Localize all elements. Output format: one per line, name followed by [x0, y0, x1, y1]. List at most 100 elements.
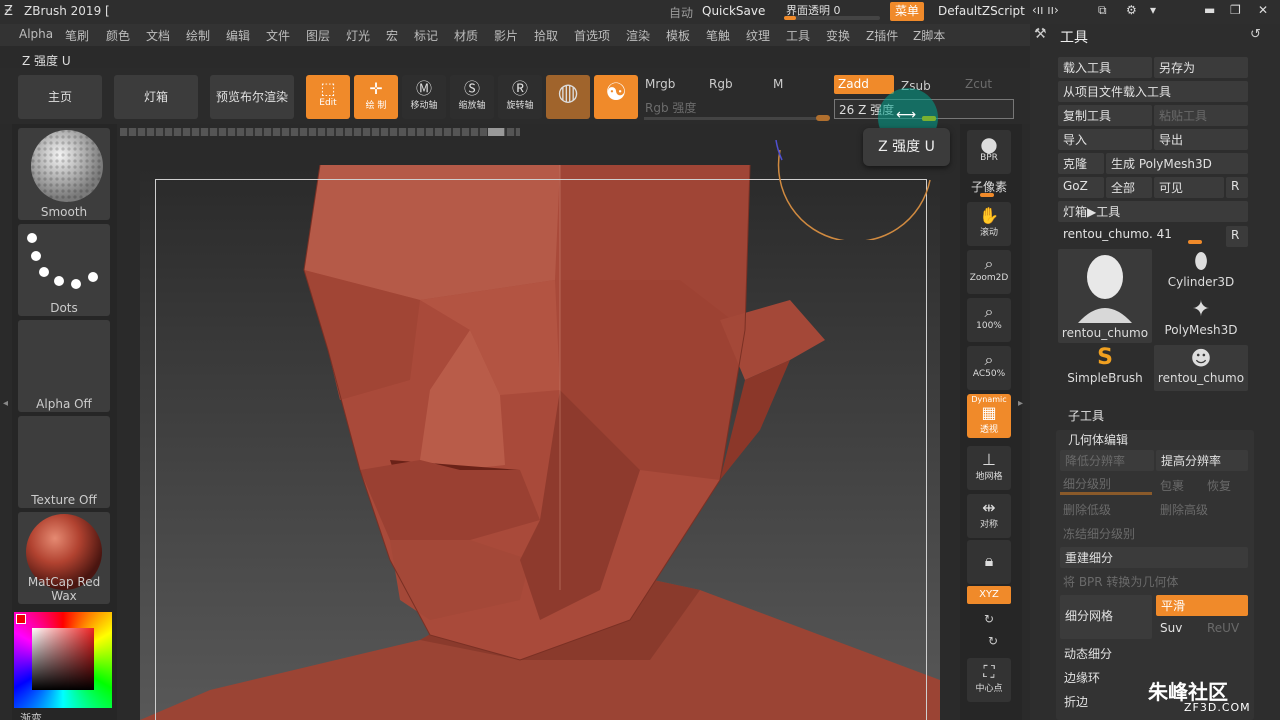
main-color-swatch[interactable] — [16, 614, 26, 624]
menu-movie[interactable]: 影片 — [494, 27, 518, 44]
alpha-slot[interactable]: Alpha Off — [18, 320, 110, 412]
crease-section[interactable]: 折边 — [1064, 693, 1088, 710]
layout-menu-icon[interactable]: ▾ — [1150, 3, 1156, 17]
copy-tool-button[interactable]: 复制工具 — [1058, 105, 1152, 126]
zcut-toggle[interactable]: Zcut — [965, 77, 992, 91]
left-tray-collapse-icon[interactable]: ◂ — [3, 398, 8, 409]
polypaint-mode-button[interactable]: ☯ — [594, 75, 638, 119]
lightbox-tools-button[interactable]: 灯箱▶工具 — [1058, 201, 1248, 222]
tool-thumb-polymesh[interactable]: ✦ PolyMesh3D — [1154, 297, 1248, 343]
dynamic-subdiv-section[interactable]: 动态细分 — [1064, 645, 1112, 662]
shelf-scrollbar[interactable] — [120, 128, 520, 136]
geometry-section[interactable]: 几何体编辑 — [1068, 431, 1128, 448]
window-layout-icon[interactable]: ⧉ — [1098, 3, 1107, 18]
bpr-to-geo-button[interactable]: 将 BPR 转换为几何体 — [1063, 573, 1178, 590]
lower-res-button[interactable]: 降低分辨率 — [1060, 450, 1154, 471]
document-canvas[interactable] — [140, 165, 940, 720]
menu-marker[interactable]: 标记 — [414, 27, 438, 44]
saturation-square[interactable] — [32, 628, 94, 690]
menu-macro[interactable]: 宏 — [386, 27, 398, 44]
ac50-button[interactable]: ⌕ AC50% — [967, 346, 1011, 390]
local-button[interactable]: 🔒︎ — [967, 540, 1011, 584]
menu-picker[interactable]: 拾取 — [534, 27, 558, 44]
delete-lower-button[interactable]: 删除低级 — [1063, 501, 1111, 518]
lightbox-button[interactable]: 灯箱 — [114, 75, 198, 119]
export-button[interactable]: 导出 — [1154, 129, 1248, 150]
paste-tool-button[interactable]: 粘贴工具 — [1154, 105, 1248, 126]
goz-button[interactable]: GoZ — [1058, 177, 1104, 198]
rgb-toggle[interactable]: Rgb — [709, 77, 733, 91]
tool-thumb-cylinder[interactable]: ⬮ Cylinder3D — [1154, 249, 1248, 295]
m-toggle[interactable]: M — [773, 77, 783, 91]
menu-light[interactable]: 灯光 — [346, 27, 370, 44]
subpixel-slider[interactable] — [980, 193, 994, 197]
sphere-gizmo-button[interactable]: ◍ — [546, 75, 590, 119]
xyz-button[interactable]: XYZ — [967, 586, 1011, 604]
rgb-intensity-knob[interactable] — [816, 115, 830, 121]
reuv-toggle[interactable]: ReUV — [1207, 621, 1239, 635]
menu-material[interactable]: 材质 — [454, 27, 478, 44]
menu-color[interactable]: 颜色 — [106, 27, 130, 44]
cage-button[interactable]: 包裹 — [1160, 477, 1184, 494]
close-icon[interactable]: ✕ — [1258, 3, 1268, 17]
menu-zplugin[interactable]: Z插件 — [866, 27, 898, 44]
z-intensity-knob[interactable] — [922, 116, 936, 121]
sdiv-slider[interactable]: 细分级别 — [1063, 475, 1111, 492]
goz-visible-button[interactable]: 可见 — [1154, 177, 1224, 198]
rgb-intensity-slider[interactable] — [644, 117, 824, 120]
zadd-toggle[interactable]: Zadd — [834, 75, 894, 94]
bpr-button[interactable]: ● BPR — [967, 130, 1011, 174]
bpr-preview-button[interactable]: 预览布尔渲染 — [210, 75, 294, 119]
layout-switch-icon[interactable]: ‹ıı ıı› — [1032, 3, 1059, 17]
interface-transparency-slider[interactable]: 界面透明 0 — [782, 1, 882, 21]
reconstruct-subdiv-button[interactable]: 重建细分 — [1060, 547, 1248, 568]
menu-stencil[interactable]: 模板 — [666, 27, 690, 44]
edgeloop-section[interactable]: 边缘环 — [1064, 669, 1100, 686]
current-tool-slider[interactable]: rentou_chumo. 41 — [1063, 227, 1172, 241]
tool-thumb-rentou-active[interactable]: rentou_chumo — [1058, 249, 1152, 343]
scale-gizmo-button[interactable]: Ⓢ 缩放轴 — [450, 75, 494, 119]
restore-button[interactable]: 恢复 — [1207, 477, 1231, 494]
floor-grid-button[interactable]: ⊥ 地网格 — [967, 446, 1011, 490]
menu-zscript[interactable]: Z脚本 — [913, 27, 945, 44]
perspective-button[interactable]: Dynamic ▦ 透视 — [967, 394, 1011, 438]
color-picker[interactable] — [14, 612, 112, 708]
quicksave-button[interactable]: QuickSave — [702, 3, 765, 19]
home-button[interactable]: 主页 — [18, 75, 102, 119]
import-button[interactable]: 导入 — [1058, 129, 1152, 150]
menu-toggle-button[interactable]: 菜单 — [890, 2, 924, 21]
symmetry-button[interactable]: ⇹ 对称 — [967, 494, 1011, 538]
brush-slot[interactable]: Smooth — [18, 128, 110, 220]
menu-draw[interactable]: 绘制 — [186, 27, 210, 44]
menu-layer[interactable]: 图层 — [306, 27, 330, 44]
tool-r-button[interactable]: R — [1226, 226, 1248, 247]
tool-thumb-rentou[interactable]: ☻ rentou_chumo — [1154, 345, 1248, 391]
subtool-section[interactable]: 子工具 — [1068, 407, 1104, 424]
tool-thumb-simplebrush[interactable]: S SimpleBrush — [1058, 345, 1152, 391]
transparency-knob[interactable] — [784, 16, 796, 20]
freeze-subdiv-button[interactable]: 冻结细分级别 — [1063, 525, 1135, 542]
load-tool-button[interactable]: 载入工具 — [1058, 57, 1152, 78]
scrollbar-thumb[interactable] — [488, 128, 504, 136]
zoom2d-button[interactable]: ⌕ Zoom2D — [967, 250, 1011, 294]
minimize-icon[interactable]: ▬ — [1204, 3, 1215, 17]
center-button[interactable]: ⛶ 中心点 — [967, 658, 1011, 702]
menu-preferences[interactable]: 首选项 — [574, 27, 610, 44]
maximize-icon[interactable]: ❐ — [1230, 3, 1241, 17]
smooth-toggle[interactable]: 平滑 — [1156, 595, 1248, 616]
stroke-slot[interactable]: Dots — [18, 224, 110, 316]
menu-texture[interactable]: 纹理 — [746, 27, 770, 44]
palette-title[interactable]: 工具 — [1060, 27, 1088, 47]
goz-all-button[interactable]: 全部 — [1106, 177, 1152, 198]
sdiv-track[interactable] — [1060, 492, 1152, 495]
higher-res-button[interactable]: 提高分辨率 — [1156, 450, 1248, 471]
menu-alpha[interactable]: Alpha — [19, 27, 53, 41]
rotate-z-icon[interactable]: ↻ — [988, 634, 998, 648]
material-slot[interactable]: MatCap Red Wax — [18, 512, 110, 604]
current-tool-knob[interactable] — [1188, 240, 1202, 244]
save-as-button[interactable]: 另存为 — [1154, 57, 1248, 78]
clone-button[interactable]: 克隆 — [1058, 153, 1104, 174]
divide-button[interactable]: 细分网格 — [1060, 595, 1152, 639]
rotate-gizmo-button[interactable]: Ⓡ 旋转轴 — [498, 75, 542, 119]
menu-render[interactable]: 渲染 — [626, 27, 650, 44]
